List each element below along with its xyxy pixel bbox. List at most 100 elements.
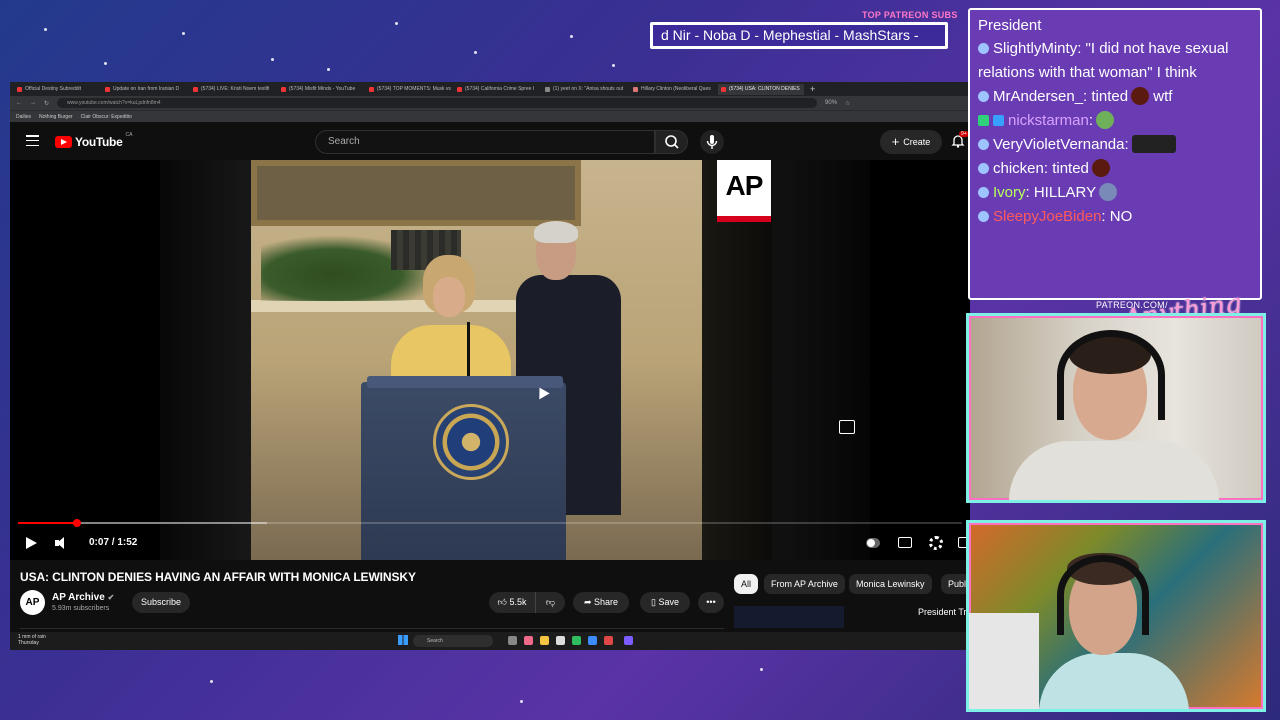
channel-avatar[interactable]: AP xyxy=(20,590,45,615)
search-input[interactable]: Search xyxy=(315,130,655,154)
app-icon[interactable] xyxy=(604,636,613,645)
bookmark-item[interactable]: Clair Obscur: Expeditio xyxy=(81,114,132,120)
plus-icon: + xyxy=(891,134,900,149)
recommended-title[interactable]: President Tr Participates xyxy=(918,606,970,618)
browser-tab[interactable]: (5734) TOP MOMENTS: Musk vs xyxy=(366,84,452,95)
app-icon[interactable] xyxy=(556,636,565,645)
chip-monica-lewinsky[interactable]: Monica Lewinsky xyxy=(849,574,932,594)
chat-badge-icon xyxy=(978,43,989,54)
person-body xyxy=(1039,653,1189,709)
tab-favicon-icon xyxy=(17,86,22,92)
patreon-subs-label: TOP PATREON SUBS xyxy=(862,10,958,20)
tab-label: (5734) USA: CLINTON DENIES xyxy=(729,86,800,92)
thumbs-up-icon: 👍︎ xyxy=(497,597,510,607)
autoplay-toggle[interactable] xyxy=(866,538,880,548)
tab-favicon-icon xyxy=(105,86,110,92)
like-count: 5.5k xyxy=(509,597,527,607)
presidential-seal xyxy=(433,404,509,480)
browser-tab[interactable]: Official Destiny Subreddit xyxy=(14,84,100,95)
webcam-2 xyxy=(966,520,1266,712)
chat-badge-icon xyxy=(978,115,989,126)
discord-icon[interactable] xyxy=(624,636,633,645)
video-frame[interactable]: AP xyxy=(160,160,870,560)
video-player[interactable]: AP 0:07 / 1:52 xyxy=(10,160,970,560)
steam-icon[interactable] xyxy=(588,636,597,645)
play-icon[interactable] xyxy=(24,535,38,551)
chat-username: Ivory xyxy=(993,184,1026,201)
reload-icon[interactable]: ↻ xyxy=(44,100,49,107)
app-icon[interactable] xyxy=(524,636,533,645)
chat-message: SlightlyMinty: "I did not have sexual re… xyxy=(978,37,1252,85)
bookmark-star-icon[interactable]: ☆ xyxy=(845,100,850,107)
chat-text: wtf xyxy=(1149,88,1173,105)
browser-tab[interactable]: Hillary Clinton (Neoliberal Ques xyxy=(630,84,716,95)
chat-message: MrAndersen_: tinted wtf xyxy=(978,85,1252,109)
patreon-ticker: d Nir - Noba D - Mephestial - MashStars … xyxy=(650,22,948,49)
settings-gear-icon[interactable] xyxy=(929,536,943,550)
dislike-button[interactable]: 👎︎ xyxy=(535,592,565,613)
file-explorer-icon[interactable] xyxy=(540,636,549,645)
forward-icon[interactable]: → xyxy=(30,100,36,106)
bookmark-item[interactable]: Dailies xyxy=(16,114,31,120)
chat-text: : HILLARY xyxy=(1025,184,1097,201)
played-bar xyxy=(18,522,77,524)
thumbs-down-icon: 👎︎ xyxy=(545,597,556,607)
like-button[interactable]: 👍︎ 5.5k xyxy=(489,592,535,613)
browser-tab[interactable]: (5734) LIVE: Kristi Noem testifi xyxy=(190,84,276,95)
progress-bar[interactable] xyxy=(18,519,962,527)
time-display: 0:07 / 1:52 xyxy=(89,537,138,548)
browser-tab-active[interactable]: (5734) USA: CLINTON DENIES xyxy=(718,83,804,95)
task-view-icon[interactable] xyxy=(508,636,517,645)
browser-tab[interactable]: (1) yeet on X: "Anisa shouts out xyxy=(542,84,628,95)
chat-message: nickstarman: xyxy=(978,109,1252,133)
chat-username: SleepyJoeBiden xyxy=(993,208,1102,225)
tab-favicon-icon xyxy=(369,86,374,92)
save-button[interactable]: ▯ Save xyxy=(640,592,690,613)
tab-favicon-icon xyxy=(545,86,550,92)
chat-text: : NO xyxy=(1101,208,1133,225)
share-button[interactable]: ➦ Share xyxy=(573,592,629,613)
browser-tab[interactable]: (5734) Misfit Minds - YouTube xyxy=(278,84,364,95)
miniplayer-icon[interactable] xyxy=(839,420,855,434)
bookmark-item[interactable]: Nothing Burger xyxy=(39,114,73,120)
browser-tab[interactable]: Update on Iran from Iranian D xyxy=(102,84,188,95)
painting-frame xyxy=(251,160,581,226)
more-actions-button[interactable]: ••• xyxy=(698,592,724,613)
chat-username: nickstarman xyxy=(1008,112,1089,129)
microphone-icon xyxy=(706,135,718,149)
voice-search-button[interactable] xyxy=(700,130,724,154)
url-field[interactable]: www.youtube.com/watch?v=kuLpdnfn8m4 xyxy=(57,98,818,108)
volume-icon[interactable] xyxy=(54,537,68,549)
browser-tab[interactable]: (5734) California Crime Spree I xyxy=(454,84,540,95)
windows-start-icon[interactable] xyxy=(398,635,408,645)
chat-badge-icon xyxy=(993,115,1004,126)
youtube-header: YouTube CA Search + Create 9+ xyxy=(10,122,970,160)
youtube-logo[interactable]: YouTube CA xyxy=(55,132,132,149)
recommended-thumbnail[interactable] xyxy=(734,606,844,628)
weather-widget[interactable]: 1 mm of rain Thursday xyxy=(18,634,46,646)
windows-taskbar: 1 mm of rain Thursday Search xyxy=(10,632,970,650)
divider xyxy=(20,628,724,629)
save-label: Save xyxy=(658,597,679,607)
progress-scrubber[interactable] xyxy=(72,519,81,527)
pepe-emote-icon xyxy=(1096,111,1115,129)
chat-badge-icon xyxy=(978,163,989,174)
back-icon[interactable]: ← xyxy=(16,100,22,106)
subscribe-button[interactable]: Subscribe xyxy=(132,592,190,613)
video-title: USA: CLINTON DENIES HAVING AN AFFAIR WIT… xyxy=(20,570,416,584)
chip-all[interactable]: All xyxy=(734,574,759,594)
chip-from-ap-archive[interactable]: From AP Archive xyxy=(764,574,845,594)
zoom-indicator[interactable]: 90% xyxy=(825,100,837,106)
chat-message: Ivory: HILLARY xyxy=(978,181,1252,205)
tab-label: Hillary Clinton (Neoliberal Ques xyxy=(641,86,711,92)
search-button[interactable] xyxy=(655,130,688,154)
menu-icon[interactable] xyxy=(26,135,39,146)
tinted-emote-icon xyxy=(1091,159,1110,177)
captions-icon[interactable] xyxy=(898,537,912,548)
chrome-icon[interactable] xyxy=(572,636,581,645)
chat-message: chicken: tinted xyxy=(978,157,1252,181)
new-tab-icon[interactable]: + xyxy=(810,84,815,94)
channel-name[interactable]: AP Archive ✔ xyxy=(52,592,114,603)
create-button[interactable]: + Create xyxy=(880,130,942,154)
taskbar-search[interactable]: Search xyxy=(413,635,493,647)
